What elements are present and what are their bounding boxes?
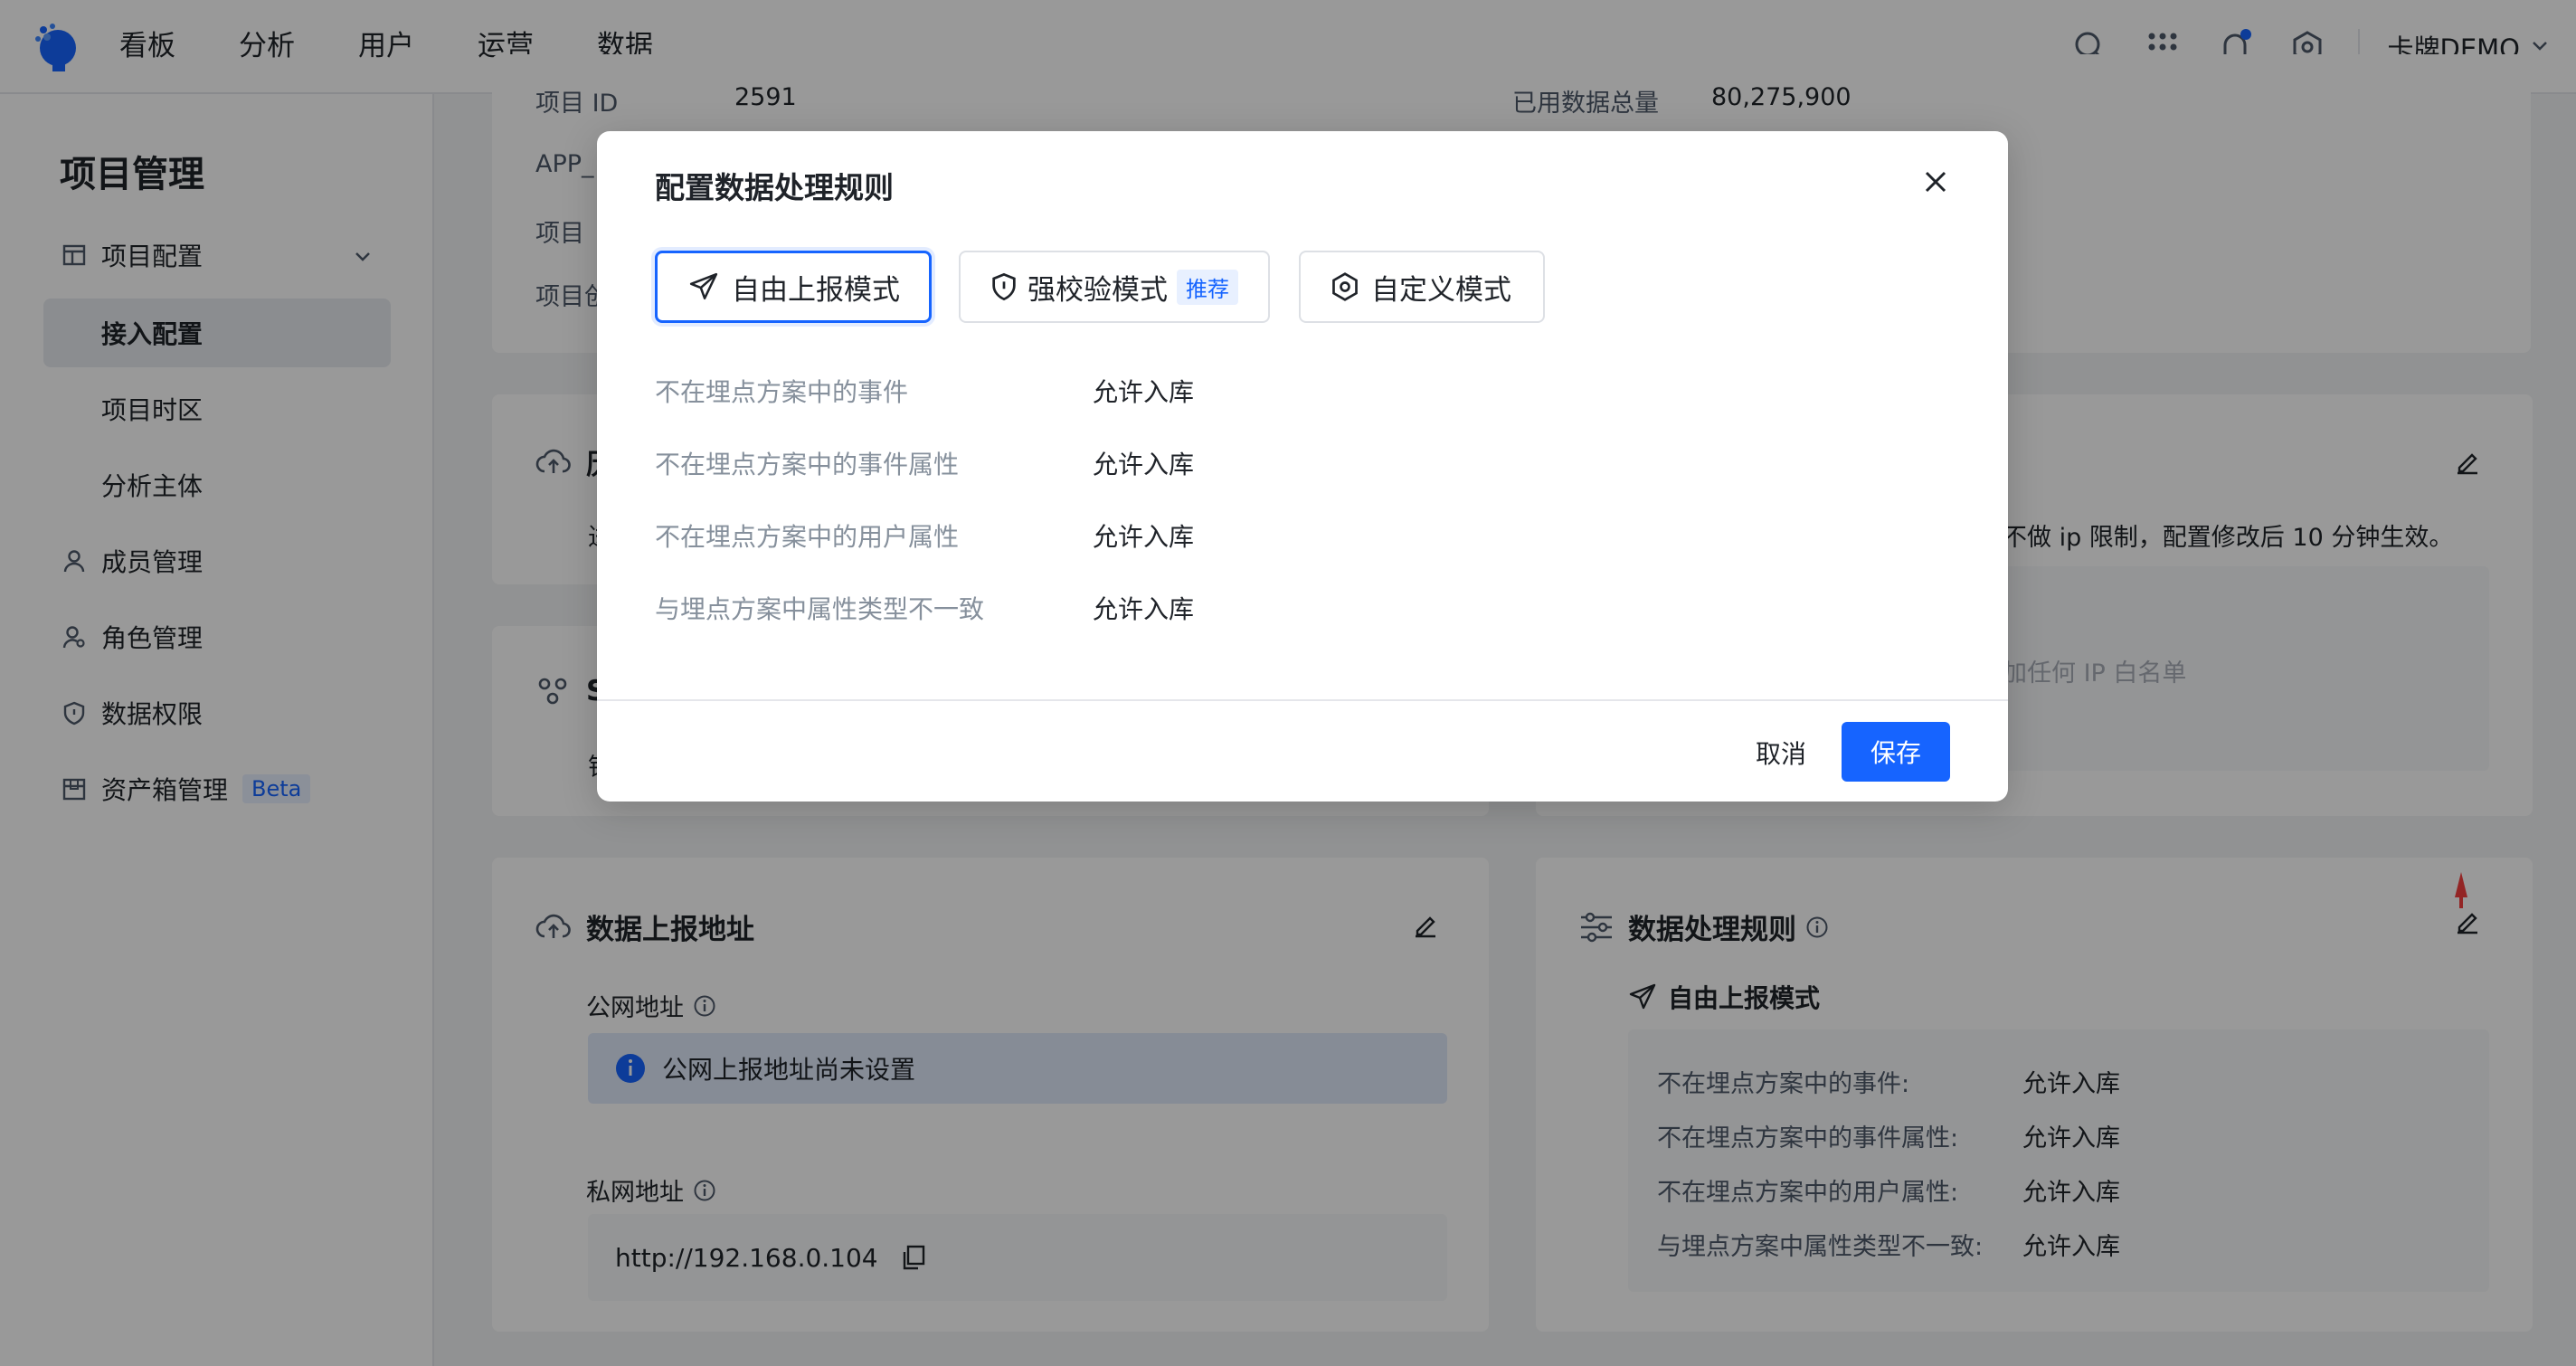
paper-plane-icon xyxy=(688,271,719,302)
mode-custom-button[interactable]: 自定义模式 xyxy=(1299,251,1545,323)
modal-rule-value: 允许入库 xyxy=(1093,594,1195,624)
mode-label: 强校验模式 xyxy=(1028,273,1168,307)
modal-rule-label: 不在埋点方案中的事件 xyxy=(655,377,909,407)
mode-free-report-button[interactable]: 自由上报模式 xyxy=(655,251,932,323)
save-button[interactable]: 保存 xyxy=(1842,722,1950,782)
mode-strict-button[interactable]: 强校验模式 推荐 xyxy=(959,251,1270,323)
recommended-badge: 推荐 xyxy=(1177,269,1238,305)
cancel-button[interactable]: 取消 xyxy=(1722,724,1840,782)
configure-rules-modal: 配置数据处理规则 自由上报模式 强校验模式 推荐 自定义模式 不在埋点方案中的事… xyxy=(597,131,2008,802)
modal-rule-value: 允许入库 xyxy=(1093,522,1195,552)
close-icon[interactable] xyxy=(1918,164,1954,200)
shield-icon xyxy=(990,271,1018,302)
modal-rule-label: 不在埋点方案中的用户属性 xyxy=(655,522,960,552)
mode-label: 自定义模式 xyxy=(1371,273,1511,307)
mode-label: 自由上报模式 xyxy=(732,273,900,307)
modal-rule-label: 不在埋点方案中的事件属性 xyxy=(655,450,960,479)
modal-rule-value: 允许入库 xyxy=(1093,377,1195,407)
gear-icon xyxy=(1330,271,1360,302)
modal-rule-label: 与埋点方案中属性类型不一致 xyxy=(655,594,985,624)
modal-footer-divider xyxy=(597,699,2008,701)
modal-rule-value: 允许入库 xyxy=(1093,450,1195,479)
modal-title: 配置数据处理规则 xyxy=(655,170,894,205)
